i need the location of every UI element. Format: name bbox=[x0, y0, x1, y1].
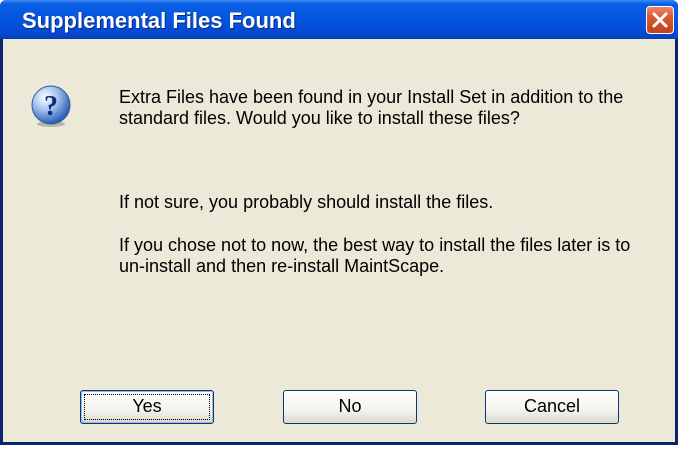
message-paragraph-3: If you chose not to now, the best way to… bbox=[119, 235, 631, 276]
dialog-window: Supplemental Files Found ? Extra Files h… bbox=[0, 0, 678, 445]
window-title: Supplemental Files Found bbox=[22, 8, 296, 33]
yes-button[interactable]: Yes bbox=[80, 390, 214, 424]
close-button[interactable] bbox=[646, 6, 674, 34]
cancel-button-label: Cancel bbox=[523, 396, 581, 416]
question-icon: ? bbox=[31, 85, 71, 127]
svg-text:?: ? bbox=[44, 91, 58, 122]
no-button[interactable]: No bbox=[283, 390, 417, 424]
close-icon bbox=[652, 12, 668, 28]
cancel-button[interactable]: Cancel bbox=[485, 390, 619, 424]
no-button-label: No bbox=[338, 396, 362, 416]
dialog-body: ? Extra Files have been found in your In… bbox=[3, 39, 675, 442]
focus-rectangle bbox=[84, 394, 210, 420]
message-paragraph-2: If not sure, you probably should install… bbox=[119, 192, 494, 212]
title-bar[interactable]: Supplemental Files Found bbox=[0, 0, 678, 39]
message-paragraph-1: Extra Files have been found in your Inst… bbox=[119, 87, 624, 128]
